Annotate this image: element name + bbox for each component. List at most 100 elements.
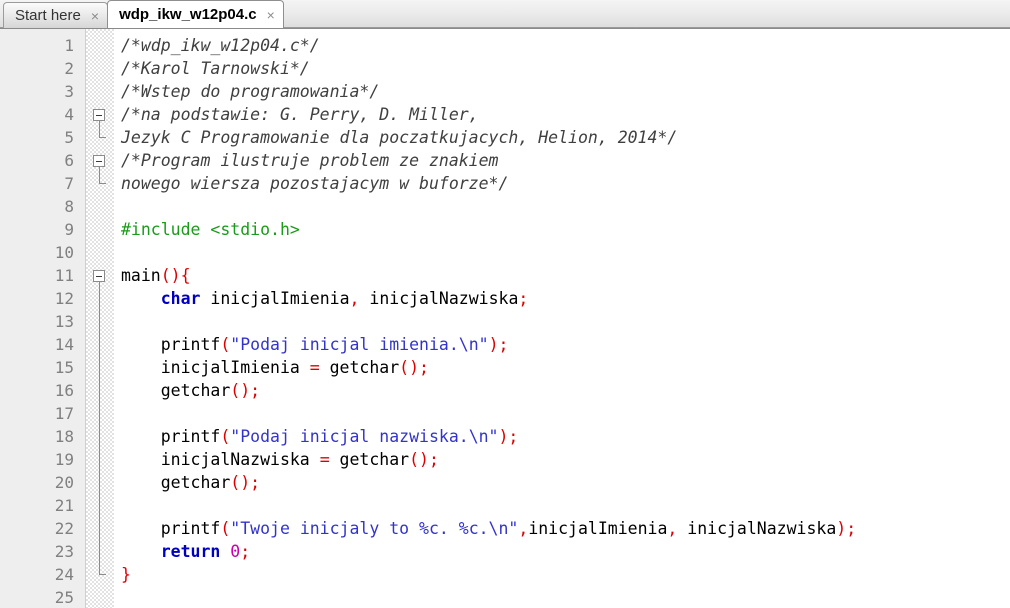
- code-token-plain: getchar: [121, 473, 231, 492]
- close-icon[interactable]: ×: [266, 8, 276, 22]
- code-token-str: "Twoje inicjaly to %c. %c.\n": [230, 519, 519, 538]
- code-line[interactable]: char inicjalImienia, inicjalNazwiska;: [121, 287, 1010, 310]
- fold-guide-row: [86, 402, 114, 425]
- fold-guide-row: [86, 540, 114, 563]
- fold-guide-line: [99, 333, 100, 356]
- line-number: 6: [64, 151, 74, 170]
- fold-guide-line: [99, 471, 100, 494]
- fold-guide-line: [99, 448, 100, 471]
- line-number: 21: [54, 496, 74, 515]
- fold-region-end: [86, 126, 114, 149]
- code-token-str: "Podaj inicjal nazwiska.\n": [230, 427, 499, 446]
- close-icon[interactable]: ×: [90, 9, 100, 23]
- code-token-op: (){: [160, 266, 191, 285]
- editor-tab-inactive[interactable]: Start here ×: [3, 2, 109, 28]
- code-token-op: ,: [667, 519, 678, 538]
- code-folding-margin[interactable]: [86, 29, 114, 608]
- fold-toggle-expanded[interactable]: [86, 149, 114, 172]
- line-number: 14: [54, 335, 74, 354]
- fold-collapse-icon[interactable]: [93, 109, 105, 121]
- fold-guide-row: [86, 379, 114, 402]
- fold-toggle-expanded[interactable]: [86, 103, 114, 126]
- source-code-text[interactable]: /*wdp_ikw_w12p04.c*/ /*Karol Tarnowski*/ /…: [114, 29, 1010, 608]
- code-token-plain: getchar: [329, 450, 410, 469]
- code-token-comment: nowego wiersza pozostajacym w buforze*/: [121, 174, 509, 193]
- code-token-plain: inicjalImienia: [528, 519, 668, 538]
- fold-guide-line: [99, 425, 100, 448]
- fold-guide-row: [86, 287, 114, 310]
- code-line[interactable]: /*Program ilustruje problem ze znakiem: [121, 149, 1010, 172]
- code-token-plain: main: [121, 266, 161, 285]
- fold-collapse-icon[interactable]: [93, 270, 105, 282]
- line-number: 8: [64, 197, 74, 216]
- code-token-op: ;: [518, 289, 529, 308]
- code-line[interactable]: /*na podstawie: G. Perry, D. Miller,: [121, 103, 1010, 126]
- code-line[interactable]: /*wdp_ikw_w12p04.c*/: [121, 34, 1010, 57]
- code-token-op: ();: [230, 381, 261, 400]
- code-token-plain: getchar: [121, 381, 231, 400]
- code-line[interactable]: nowego wiersza pozostajacym w buforze*/: [121, 172, 1010, 195]
- code-line[interactable]: [121, 494, 1010, 517]
- editor-tab-label: wdp_ikw_w12p04.c: [119, 6, 257, 23]
- line-number: 17: [54, 404, 74, 423]
- fold-guide-line: [99, 287, 100, 310]
- code-token-op: ();: [399, 358, 429, 377]
- fold-toggle-expanded[interactable]: [86, 264, 114, 287]
- line-number: 25: [54, 588, 74, 607]
- code-line[interactable]: Jezyk C Programowanie dla poczatkujacych…: [121, 126, 1010, 149]
- code-line[interactable]: getchar();: [121, 379, 1010, 402]
- code-token-op: );: [488, 335, 509, 354]
- fold-guide-line: [99, 310, 100, 333]
- fold-guide-row: [86, 448, 114, 471]
- code-token-op: ,: [349, 289, 360, 308]
- code-token-plain: inicjalImienia: [121, 358, 310, 377]
- code-editor-window: Start here × wdp_ikw_w12p04.c × 1 2 3 4 5 6 7 8 9 10…: [0, 0, 1010, 608]
- code-line[interactable]: [121, 402, 1010, 425]
- line-number: 15: [54, 358, 74, 377]
- line-number: 5: [64, 128, 74, 147]
- fold-guide-row: [86, 333, 114, 356]
- code-line[interactable]: printf("Twoje inicjaly to %c. %c.\n",ini…: [121, 517, 1010, 540]
- code-line[interactable]: getchar();: [121, 471, 1010, 494]
- code-line[interactable]: #include <stdio.h>: [121, 218, 1010, 241]
- fold-guide-line: [99, 540, 100, 563]
- code-line[interactable]: inicjalImienia = getchar();: [121, 356, 1010, 379]
- editor-tab-active[interactable]: wdp_ikw_w12p04.c ×: [107, 0, 284, 28]
- code-token-kw: return: [160, 542, 221, 561]
- code-line[interactable]: [121, 195, 1010, 218]
- fold-region-end: [86, 172, 114, 195]
- fold-guide-row: [86, 494, 114, 517]
- editor-area[interactable]: 1 2 3 4 5 6 7 8 9 10 11 12 13 14 15 16 17 18 19 20 21 22 23 24 2…: [0, 29, 1010, 608]
- code-line[interactable]: [121, 241, 1010, 264]
- code-token-op: );: [836, 519, 857, 538]
- code-line[interactable]: main(){: [121, 264, 1010, 287]
- fold-end-cap-icon: [99, 574, 106, 575]
- fold-margin-row: [86, 586, 114, 608]
- line-number: 23: [54, 542, 74, 561]
- code-token-op: (: [220, 427, 231, 446]
- fold-guide-line: [99, 494, 100, 517]
- code-line[interactable]: printf("Podaj inicjal imienia.\n");: [121, 333, 1010, 356]
- code-line[interactable]: /*Wstep do programowania*/: [121, 80, 1010, 103]
- code-line[interactable]: printf("Podaj inicjal nazwiska.\n");: [121, 425, 1010, 448]
- code-token-kw: char: [160, 289, 201, 308]
- code-line[interactable]: [121, 310, 1010, 333]
- code-token-op: ();: [409, 450, 439, 469]
- fold-collapse-icon[interactable]: [93, 155, 105, 167]
- code-token-comment: /*wdp_ikw_w12p04.c*/: [121, 36, 320, 55]
- code-token-plain: printf: [121, 427, 221, 446]
- code-line[interactable]: return 0;: [121, 540, 1010, 563]
- code-token-plain: getchar: [319, 358, 400, 377]
- code-line[interactable]: inicjalNazwiska = getchar();: [121, 448, 1010, 471]
- code-token-plain: printf: [121, 335, 221, 354]
- code-line[interactable]: [121, 586, 1010, 608]
- code-line[interactable]: }: [121, 563, 1010, 586]
- code-token-plain: inicjalNazwiska: [677, 519, 837, 538]
- fold-guide-row: [86, 471, 114, 494]
- line-number: 11: [54, 266, 74, 285]
- code-line[interactable]: /*Karol Tarnowski*/: [121, 57, 1010, 80]
- code-token-op: ();: [230, 473, 261, 492]
- line-number: 1: [64, 36, 74, 55]
- fold-margin-row: [86, 195, 114, 218]
